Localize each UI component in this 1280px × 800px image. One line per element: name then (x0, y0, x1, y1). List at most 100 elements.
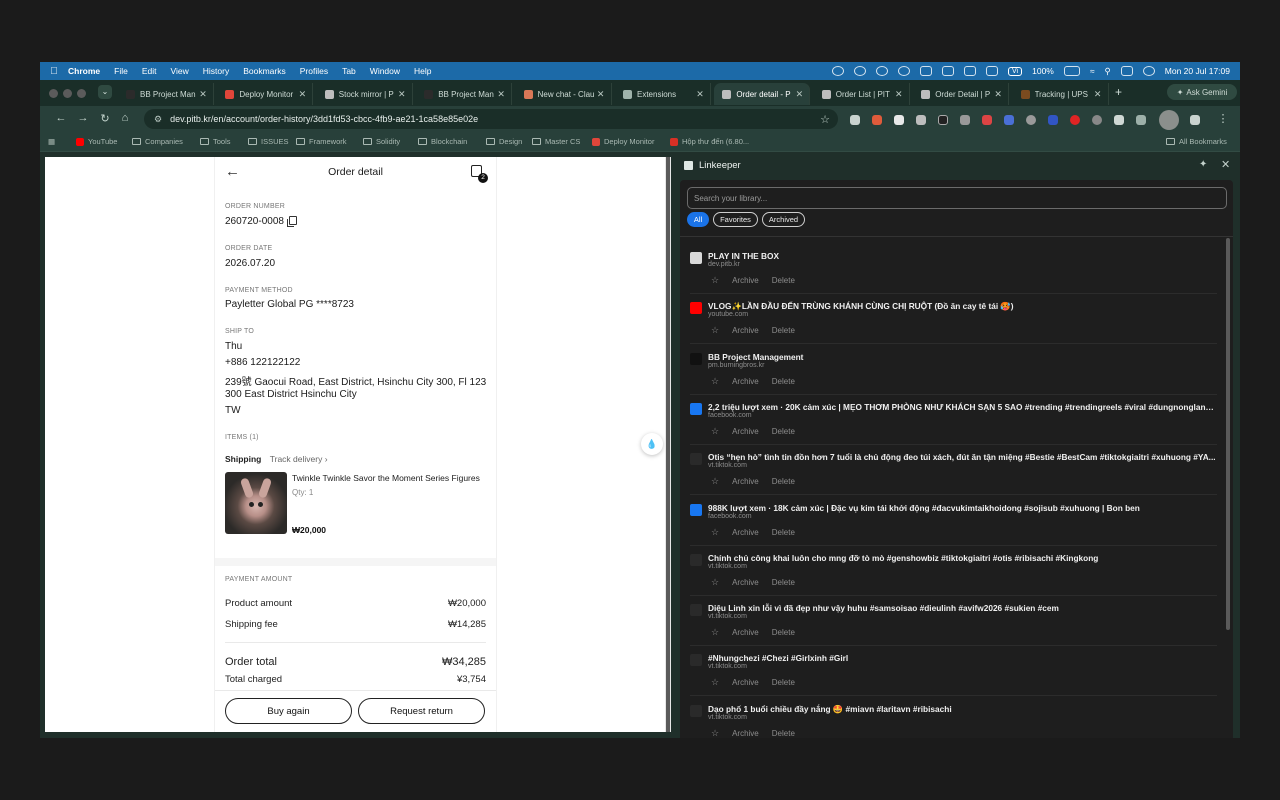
list-item[interactable]: PLAY IN THE BOX dev.pitb.kr ☆ Archive Delete (680, 240, 1225, 294)
tab-7[interactable]: Order List | PIT ✕ (814, 83, 910, 105)
request-return-button[interactable]: Request return (358, 698, 485, 724)
tab-search-chevron-icon[interactable]: ⌄ (98, 85, 112, 99)
tab-3[interactable]: BB Project Man ✕ (416, 83, 513, 105)
archive-button[interactable]: Archive (732, 678, 759, 687)
side-panel-icon[interactable] (1190, 115, 1200, 125)
bookmark-2[interactable]: Tools (200, 137, 231, 146)
battery-icon[interactable] (1063, 66, 1080, 76)
apple-icon[interactable]:  (40, 66, 68, 77)
tab-close-icon[interactable]: ✕ (495, 89, 507, 100)
archive-button[interactable]: Archive (732, 628, 759, 637)
delete-button[interactable]: Delete (772, 477, 795, 486)
back-icon[interactable]: ← (54, 112, 68, 124)
copy-icon[interactable] (286, 216, 297, 227)
delete-button[interactable]: Delete (772, 326, 795, 335)
bookmark-9[interactable]: Deploy Monitor (592, 137, 654, 146)
tab-close-icon[interactable]: ✕ (595, 89, 607, 100)
contrast-icon[interactable] (898, 66, 911, 76)
item-title[interactable]: Diệu Linh xin lỗi vì đã đẹp như vậy huhu… (708, 603, 1216, 613)
search-input[interactable] (687, 187, 1227, 209)
bookmark-10[interactable]: Hộp thư đến (6.80... (670, 137, 749, 146)
delete-button[interactable]: Delete (772, 528, 795, 537)
list-item[interactable]: VLOG✨LẦN ĐẦU ĐẾN TRÙNG KHÁNH CÙNG CHỊ RU… (680, 290, 1225, 345)
list-item[interactable]: Diệu Linh xin lỗi vì đã đẹp như vậy huhu… (680, 592, 1225, 647)
tab-close-icon[interactable]: ✕ (396, 89, 408, 100)
user-icon[interactable] (1142, 66, 1155, 76)
favorite-star-icon[interactable]: ☆ (711, 376, 719, 387)
extension-icon-11[interactable] (1070, 115, 1080, 125)
tab-5[interactable]: Extensions ✕ (615, 83, 711, 105)
delete-button[interactable]: Delete (772, 427, 795, 436)
tab-close-icon[interactable]: ✕ (992, 89, 1004, 100)
home-icon[interactable]: ⌂ (118, 112, 132, 124)
extension-icon-6[interactable] (960, 115, 970, 125)
site-info-icon[interactable]: ⚙ (154, 114, 162, 125)
favorite-star-icon[interactable]: ☆ (711, 325, 719, 336)
bookmark-6[interactable]: Blockchain (418, 137, 467, 146)
bookmark-3[interactable]: ISSUES (248, 137, 289, 146)
item-title[interactable]: VLOG✨LẦN ĐẦU ĐẾN TRÙNG KHÁNH CÙNG CHỊ RU… (708, 301, 1216, 312)
extension-icon-1[interactable] (850, 115, 860, 125)
menu-bookmarks[interactable]: Bookmarks (243, 66, 286, 76)
bookmark-star-icon[interactable]: ☆ (820, 113, 830, 126)
delete-button[interactable]: Delete (772, 276, 795, 285)
delete-button[interactable]: Delete (772, 729, 795, 738)
tab-6[interactable]: Order detail - P ✕ (714, 83, 811, 105)
archive-button[interactable]: Archive (732, 427, 759, 436)
bookmark-1[interactable]: Companies (132, 137, 183, 146)
item-title[interactable]: Chính chủ công khai luôn cho mng đỡ tò m… (708, 553, 1216, 563)
cloud-icon[interactable] (986, 66, 999, 76)
extension-icon-8[interactable] (1004, 115, 1014, 125)
bookmark-8[interactable]: Master CS (532, 137, 580, 146)
bookmark-0[interactable]: YouTube (76, 137, 117, 146)
favorite-star-icon[interactable]: ☆ (711, 426, 719, 437)
extensions-puzzle-icon[interactable] (1136, 115, 1146, 125)
extension-icon-2[interactable] (872, 115, 882, 125)
arrows-icon[interactable] (964, 66, 977, 76)
zoom-window-button[interactable] (77, 89, 86, 98)
delete-button[interactable]: Delete (772, 628, 795, 637)
favorite-star-icon[interactable]: ☆ (711, 577, 719, 588)
close-window-button[interactable] (49, 89, 58, 98)
control-center-icon[interactable] (1120, 66, 1133, 76)
item-title[interactable]: 988K lượt xem · 18K cảm xúc | Đặc vụ kim… (708, 503, 1216, 513)
archive-button[interactable]: Archive (732, 477, 759, 486)
favorite-star-icon[interactable]: ☆ (711, 476, 719, 487)
input-method[interactable]: Vi (1008, 66, 1023, 76)
bookmark-7[interactable]: Design (486, 137, 522, 146)
tab-4[interactable]: New chat - Clau ✕ (516, 83, 612, 105)
search-icon[interactable]: ⚲ (1105, 66, 1111, 77)
forward-icon[interactable]: → (76, 112, 90, 124)
all-bookmarks[interactable]: All Bookmarks (1166, 137, 1227, 146)
menu-view[interactable]: View (170, 66, 188, 76)
extension-icon-5[interactable] (938, 115, 948, 125)
favorite-star-icon[interactable]: ☆ (711, 527, 719, 538)
delete-button[interactable]: Delete (772, 377, 795, 386)
filter-favorites[interactable]: Favorites (713, 212, 758, 227)
list-item[interactable]: Otis “hẹn hò” tình tin đồn hơn 7 tuổi là… (680, 441, 1225, 496)
menu-app-name[interactable]: Chrome (68, 66, 100, 76)
reload-icon[interactable]: ↻ (98, 112, 112, 125)
list-item[interactable]: 988K lượt xem · 18K cảm xúc | Đặc vụ kim… (680, 492, 1225, 546)
favorite-star-icon[interactable]: ☆ (711, 627, 719, 638)
archive-button[interactable]: Archive (732, 377, 759, 386)
favorite-star-icon[interactable]: ☆ (711, 677, 719, 688)
clock[interactable]: Mon 20 Jul 17:09 (1165, 66, 1230, 76)
apps-grid-icon[interactable]: ▦ (48, 137, 55, 146)
menu-help[interactable]: Help (414, 66, 431, 76)
extension-icon-10[interactable] (1048, 115, 1058, 125)
assistant-drop-icon[interactable]: 💧 (641, 433, 663, 455)
list-item[interactable]: 2,2 triệu lượt xem · 20K cảm xúc | MẸO T… (680, 391, 1225, 445)
item-title[interactable]: PLAY IN THE BOX (708, 251, 1216, 261)
unpin-icon[interactable]: ✦ (1199, 159, 1207, 170)
item-title[interactable]: BB Project Management (708, 352, 1216, 362)
filter-archived[interactable]: Archived (762, 212, 805, 227)
menu-window[interactable]: Window (370, 66, 400, 76)
favorite-star-icon[interactable]: ☆ (711, 275, 719, 286)
tab-close-icon[interactable]: ✕ (296, 89, 308, 100)
track-delivery-link[interactable]: Track delivery › (270, 454, 328, 464)
menu-tab[interactable]: Tab (342, 66, 356, 76)
product-image[interactable] (225, 472, 287, 534)
chrome-menu-icon[interactable]: ⋮ (1216, 112, 1230, 125)
address-bar[interactable]: ⚙ dev.pitb.kr/en/account/order-history/3… (144, 109, 838, 129)
